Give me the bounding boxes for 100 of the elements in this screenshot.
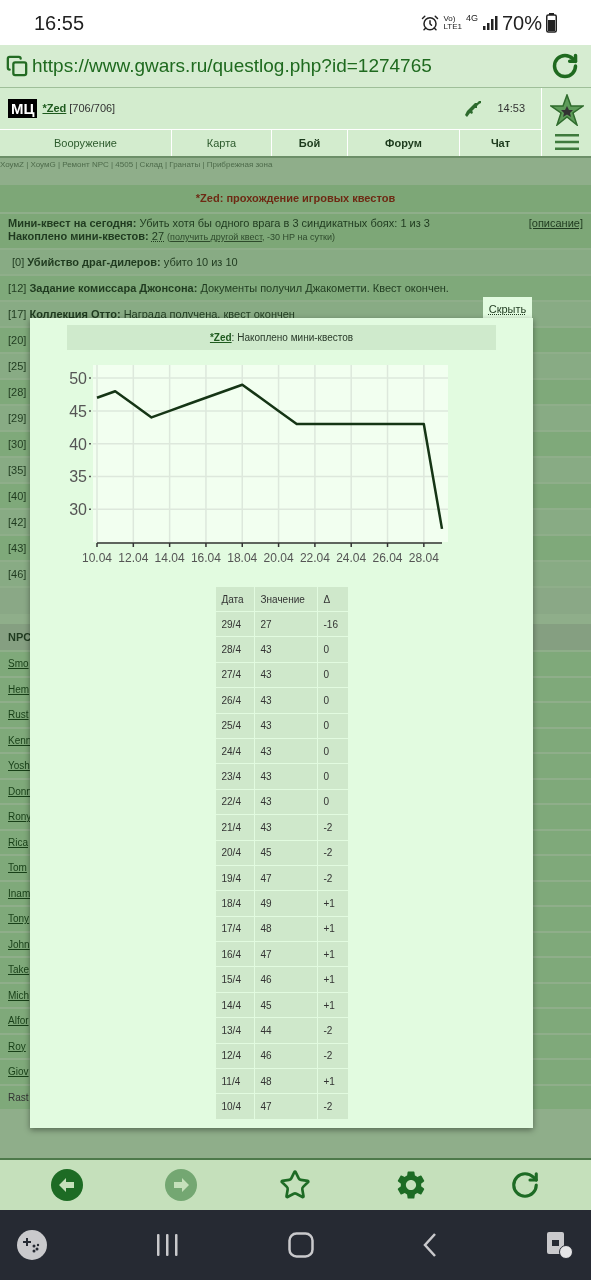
x-tick-label: 18.04 [226, 551, 257, 565]
accumulated-text: Накоплено мини-квестов: 27 (получить другой квест, -30 HP на сутки) [8, 230, 336, 244]
table-cell: 43 [254, 662, 317, 688]
y-tick-label: 45 [68, 402, 87, 420]
npc-link[interactable]: Rony [8, 809, 32, 825]
npc-link[interactable]: Roy [8, 1038, 26, 1054]
table-cell: 0 [317, 713, 348, 738]
x-tick-label: 24.04 [335, 551, 366, 565]
npc-link[interactable]: Alfor [8, 1013, 29, 1029]
x-tick-label: 28.04 [408, 551, 439, 565]
signal-icon [481, 14, 498, 31]
table-header: Дата [215, 587, 254, 611]
table-cell: 47 [254, 1094, 317, 1119]
npc-link[interactable]: Mich [8, 987, 30, 1003]
table-cell: 21/4 [215, 815, 254, 840]
x-tick-label: 10.04 [81, 551, 112, 565]
table-cell: 12/4 [215, 1043, 254, 1069]
player-link[interactable]: *Zed [209, 332, 232, 343]
table-cell: -16 [317, 612, 348, 637]
npc-link[interactable]: John [8, 936, 30, 952]
npc-link[interactable]: Inam [8, 885, 31, 901]
table-cell: 43 [254, 637, 317, 662]
network-label: Vo) [443, 14, 456, 23]
breadcrumbs: ХоумZ | ХоумG | Ремонт NPC | 4505 | Склад | Гранаты | Прибрежная зона [0, 159, 274, 171]
reload-icon[interactable] [551, 52, 579, 80]
npc-link[interactable]: Tom [8, 860, 27, 876]
npc-link[interactable]: Smo [8, 656, 29, 672]
quest-entry: [25] [8, 358, 27, 374]
table-cell: 24/4 [215, 738, 254, 764]
nav-tab[interactable]: Вооружение [0, 130, 172, 156]
table-cell: +1 [317, 916, 348, 942]
clan-logo[interactable]: МЦ [8, 99, 38, 118]
table-cell: +1 [317, 942, 348, 967]
npc-link[interactable]: Tony [8, 911, 30, 927]
y-tick-label: 40 [68, 435, 87, 453]
table-cell: 43 [254, 764, 317, 789]
refresh-icon[interactable] [509, 1170, 540, 1200]
npc-link[interactable]: Rica [8, 834, 28, 850]
x-tick-label: 14.04 [154, 551, 185, 565]
table-cell: 45 [254, 992, 317, 1018]
network-label: 4G [465, 12, 478, 25]
table-cell: -2 [317, 840, 348, 865]
player-link[interactable]: *Zed [42, 100, 67, 117]
quest-entry: [35] [8, 462, 27, 478]
table-cell: 17/4 [215, 916, 254, 942]
nav-tab[interactable]: Карта [172, 130, 272, 156]
battery-icon [546, 12, 557, 33]
npc-link[interactable]: Hem [8, 681, 30, 697]
back-icon[interactable] [51, 1169, 84, 1201]
table-cell: 0 [317, 688, 348, 713]
quest-entry: [28] [8, 384, 27, 400]
npc-link[interactable]: Giov [8, 1064, 29, 1080]
npc-link[interactable]: Take [8, 962, 30, 978]
table-cell: 47 [254, 865, 317, 891]
npc-column-header: NPC [8, 629, 32, 645]
description-link[interactable]: [описание] [528, 217, 583, 248]
alarm-icon [421, 13, 440, 32]
nav-tab[interactable]: Форум [348, 130, 460, 156]
npc-link[interactable]: Yosh [8, 758, 30, 774]
table-cell: 23/4 [215, 764, 254, 789]
y-tick-label: 30 [68, 501, 87, 519]
table-cell: 15/4 [215, 967, 254, 992]
table-cell: 48 [254, 916, 317, 942]
back-chevron-icon[interactable] [421, 1232, 438, 1258]
copy-icon[interactable] [6, 55, 28, 77]
dialog-title: *Zed: Накоплено мини-квестов [209, 331, 354, 345]
quest-log-title: *Zed: прохождение игровых квестов [195, 191, 396, 207]
table-cell: 22/4 [215, 789, 254, 815]
star-icon[interactable] [549, 94, 584, 126]
table-cell: -2 [317, 865, 348, 891]
bookmark-star-icon[interactable] [279, 1169, 312, 1201]
table-cell: -2 [317, 1018, 348, 1043]
recent-apps-icon[interactable] [155, 1233, 180, 1257]
table-cell: 18/4 [215, 891, 254, 916]
table-cell: 43 [254, 738, 317, 764]
table-cell: 0 [317, 764, 348, 789]
quest-entry: [40] [8, 488, 27, 504]
table-cell: -2 [317, 815, 348, 840]
table-cell: 49 [254, 891, 317, 916]
table-cell: 28/4 [215, 637, 254, 662]
table-cell: 25/4 [215, 713, 254, 738]
table-cell: +1 [317, 1069, 348, 1094]
table-cell: 43 [254, 713, 317, 738]
screen-lock-icon[interactable] [546, 1231, 574, 1259]
home-icon[interactable] [287, 1232, 314, 1258]
menu-icon[interactable] [554, 134, 579, 150]
npc-name: Rast [8, 1090, 29, 1105]
npc-link[interactable]: Rust [8, 707, 29, 723]
quest-entry: [42] [8, 514, 27, 530]
nav-tab[interactable]: Бой [272, 130, 348, 156]
game-controller-icon[interactable] [17, 1230, 47, 1260]
mini-quest-text: Мини-квест на сегодня: Убить хотя бы одного врага в 3 синдикатных боях: 1 из 3 [8, 217, 431, 230]
battery-percent: 70% [501, 10, 542, 36]
nav-tab[interactable]: Чат [460, 130, 541, 156]
rifle-icon[interactable] [464, 99, 483, 118]
y-tick-label: 35 [68, 468, 87, 486]
quest-entry: [0] Убийство драг-дилеров: убито 10 из 10 [12, 254, 238, 270]
hide-button[interactable]: Скрыть [483, 297, 532, 321]
x-tick-label: 26.04 [372, 551, 403, 565]
table-cell: 19/4 [215, 865, 254, 891]
